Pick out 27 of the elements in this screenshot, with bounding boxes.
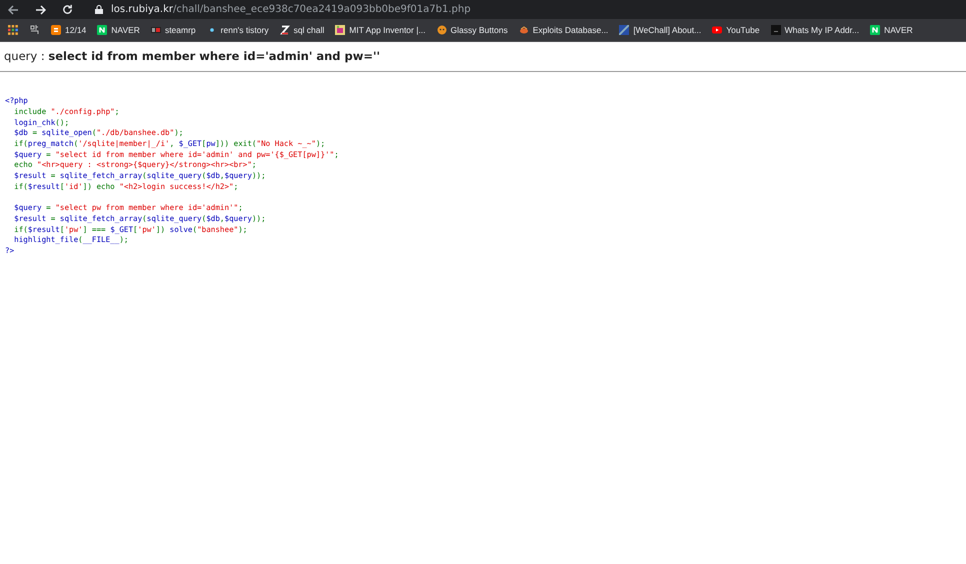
bookmark-link[interactable]: 12/14	[65, 24, 86, 36]
reload-icon[interactable]	[62, 4, 73, 15]
bookmark-link[interactable]: [WeChall] About...	[633, 24, 702, 36]
bookmark-link[interactable]: Exploits Database...	[532, 24, 608, 36]
bookmark-link[interactable]: NAVER	[884, 24, 913, 36]
dark-square-icon	[770, 25, 781, 35]
apps-grid-icon[interactable]	[8, 25, 18, 35]
bookmark-link[interactable]: MIT App Inventor |...	[349, 24, 426, 36]
lock-icon	[95, 5, 103, 14]
bookmark-link[interactable]: steamrp	[164, 24, 196, 36]
back-arrow-icon[interactable]	[8, 4, 19, 14]
square-logo-icon	[619, 25, 630, 35]
bookmark-link[interactable]: NAVER	[111, 24, 140, 36]
query-output: query : select id from member where id='admin' and pw=''	[3, 48, 382, 65]
n-logo-icon	[97, 25, 108, 35]
n-logo-icon	[870, 25, 880, 35]
blog-icon	[51, 25, 61, 35]
play-icon	[712, 25, 722, 35]
app-logo-icon	[335, 25, 346, 35]
z-logo-icon	[280, 25, 290, 35]
bookmark-link[interactable]: YouTube	[726, 24, 760, 36]
bookmark-link[interactable]: Glassy Buttons	[450, 24, 508, 36]
forward-arrow-icon[interactable]	[35, 4, 46, 14]
round-face-icon	[436, 25, 447, 35]
bookmark-link[interactable]: renn's tistory	[220, 24, 269, 36]
bookmark-link[interactable]: sql chall	[294, 24, 324, 36]
bookmark-link[interactable]: Whats My IP Addr...	[784, 24, 860, 36]
